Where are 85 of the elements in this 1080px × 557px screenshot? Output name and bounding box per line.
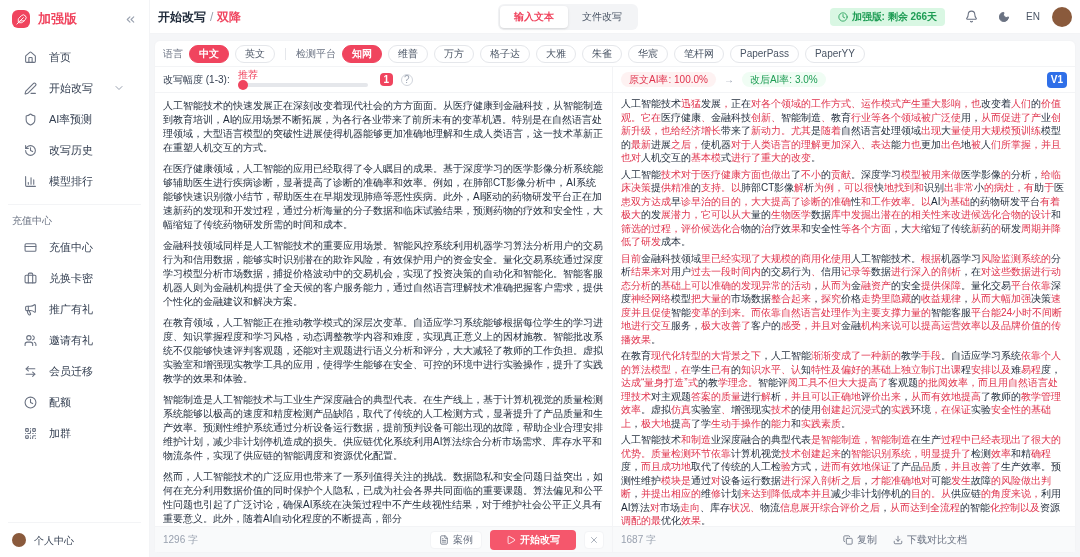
mode-tab[interactable]: 文件改写 [568,5,636,28]
filter-chip[interactable]: 格子达 [480,44,530,63]
moon-icon[interactable] [998,10,1011,23]
nav-item[interactable]: 会员迁移 [8,356,141,386]
rewritten-paragraph: 在教育现代化转型的大背景之下，人工智能渐渐变成了一种新的教学手段。自适应学习系统依靠个人的算法模型，在学生已有的知识水平、认知特性及偏好的基础上独立制订出课程安排以及难易程度， 达成“量身打造”式的教学理念。智能评阅工具不但大大提高了客观题的批阅效率，而且用自然语言处理技术对主观题答案的质量进行解析，并且可以正确地评价出来，从而有效地提高了教师的教学管理效率。虚拟仿真实验室、增强现实技术的使用创建起沉浸式的实践环境，在保证实验安全性的基础上，极大地提高了学生动手操作的能力和实践素质。 [621,349,1062,430]
play-icon [506,534,516,545]
breadcrumb-current: 双降 [217,8,242,26]
filter-chip[interactable]: PaperYY [804,44,865,63]
filter-chip[interactable]: 维普 [388,44,428,63]
nav-item[interactable]: 模型排行 [8,166,141,196]
logo-icon [12,10,30,28]
breadcrumb-link[interactable]: 开始改写 [158,7,206,26]
nav-item[interactable]: 邀请有礼 [8,325,141,355]
avatar [12,533,26,547]
rewritten-paragraph: 人工智能技术对于医疗健康方面也做出了不小的贡献。深度学习模型被用来做医学影像的分析，给临床决策提供精准的支持。以肺部CT影像解析为例，可以很快地找到和识别出非常小的病灶，有助于医 患双方达成早诊早治的目的，大大提高了诊断的准确性和工作效率。以AI为基础的药物研发平台有着极大的发展潜力，它可以从大量的生物医学数据库中发掘出潜在的相关性来改进候选化合物的设计和 筛选的过程，评价候选化合物的治疗效果和安全性等各个方面，大大缩短了传统新药的研发周期并降低了研发成本。 [621,167,1066,249]
source-paragraph: 在教育领域，人工智能正在推动教学模式的深层次变革。自适应学习系统能够根据每位学生的学习进度、知识掌握程度和学习风格，动态调整教学内容和难度，实现真正意义上的因材施教。智能批改系统不仅能够快速评判客观题，还能对主观题进行语义分析和评分，大大减轻了教师的工作负担。虚拟实验室和增强现实教学工具的应用，使得学生能够在安全、可控的环境中进行实验操作，提升了实践教学的效果和体验。 [163,316,604,386]
avatar[interactable] [1052,6,1072,27]
nav-item[interactable]: 推广有礼 [8,294,141,324]
bell-icon[interactable] [965,10,979,23]
briefcase-icon [24,271,37,285]
filter-chip[interactable]: 知网 [342,44,382,63]
original-rate-badge: 原文AI率: 100.0% [621,72,716,87]
arrow-text: → [723,73,734,87]
qr-code-icon [24,426,37,440]
rewritten-paragraph: 人工智能技术迅猛发展，正在对各个领域的工作方式、运作模式产生重大影响，也改变着人们的价值观。它在医疗健康、金融科技创新、智能制造、教育行业等各个领域被广泛使用，从而促进了产业创新升级，也给经济增长带来了新动力。尤其是随着自然语言处理领域出现大量使用大规模预训练模型的最新进展之后，使机器对于人类语言的理解更加深入、表达能力也更加出色地被人们所掌握，并且也对人机交互的基本模式进行了重大的改变。 [621,97,1062,165]
nav-item[interactable]: 配额 [8,387,141,417]
language-label: 语言 [163,47,183,61]
close-icon [589,534,599,545]
source-paragraph: 人工智能技术的快速发展正在深刻改变着现代社会的方方面面。从医疗健康到金融科技，从智能制造到教育培训，AI的应用场景不断拓展，为各行各业带来了前所未有的变革机遇。特别是在自然语言处理领域，大型语言模型的突破性进展使得机器能够更加准确地理解和生成人类语言，这一技术革新正在重塑人机交互的方式。 [163,99,604,155]
source-paragraph: 金融科技领域同样是人工智能技术的重要应用场景。智能风控系统利用机器学习算法分析用户的交易行为和信用数据，能够实时识别潜在的欺诈风险，有效保护用户的资金安全。量化交易系统通过深度学习模型分析市场数据，捕捉价格波动中的交易机会，实现了投资决策的自动化和智能化。智能客服机器人则为金融机构提供了全天候的客户服务能力，通过自然语言理解技术准确把握客户需求，提供个性化的金融建议和解决方案。 [163,239,604,309]
copy-icon [843,534,853,545]
rewritten-paragraph: 人工智能技术和制造业深度融合的典型代表是智能制造，智能制造在生产过程中已经表现出了很大的优势。质量检测环节依靠计算机视觉技术创建起来的智能识别系统，明显提升了检测效率和精确程 度，而且成功地取代了传统的人工检验方式，进而有效地保证了产品品质，并且改善了生产效率。预测性维护模块是通过对设备运行数据进行深入剖析之后，才能准确地对可能发生故障的风险做出判断，并提出相应的维修计划来达到降低成本并且减少非计划停机的目的。从供应链的角度来说，利用AI算法对市场走向、库存状况、物流信息展开综合评价之后，从而达到全流程的智能化控制以及资源 调配的最优化效果。 [621,433,1062,528]
filter-chip[interactable]: 华宸 [628,44,668,63]
nav-item[interactable]: 兑换卡密 [8,263,141,293]
clock-icon [837,11,848,22]
version-button[interactable]: V1 [1046,71,1067,88]
breadcrumb-separator: / [210,8,214,26]
nav-item[interactable]: 加群 [8,418,141,448]
platform-label: 检测平台 [296,47,336,61]
source-paragraph: 在医疗健康领域，人工智能的应用已经取得了令人瞩目的成果。基于深度学习的医学影像分析系统能够辅助医生进行疾病诊断，显著提高了诊断的准确率和效率。例如，在肺部CT影像分析中，AI系统能够快速识别微小结节，帮助医生在早期发现肺癌等恶性疾病。此外，AI驱动的药物研发平台正在加速新药的发现和开发过程，通过分析海量的分子数据和临床试验结果，预测药物的疗效和安全性，大幅缩短了传统药物研发所需的时间和成本。 [163,162,604,232]
mode-tab[interactable]: 输入文本 [500,5,568,28]
pen-icon [24,81,37,95]
app-title: 加强版 [38,10,78,29]
section-label: 充值中心 [11,214,53,228]
users-icon [24,333,37,347]
source-paragraph: 然而，人工智能技术的广泛应用也带来了一系列值得关注的挑战。数据隐私和安全问题日益突出，如何在充分利用数据价值的同时保护个人隐私，已成为社会各界共同面临的重要课题。算法偏见和公平性问题也引起了广泛讨论，确保AI系统在决策过程中不产生歧视性结果，对于维护社会公平正义具有重要意义。此外，随着AI自动化程度的不断提高，部分 [163,470,604,526]
rewritten-paragraph: 目前金融科技领域里已经实现了大规模的商用化使用人工智能技术。根据机器学习风险监测系统的分析结果来对用户过去一段时间内的交易行为、信用记录等数据进行深入的剖析，在对这些数据进行动态分析的基础上可以准确的发现异常的活动，从而为金融资产的安全提供保障。量化交易平台依靠深度神经网络模型把大量的市场数据整合起来，探究价格走势里隐藏的收益规律，从而大幅加强决策速度并且促使智能变革的到来。而依靠自然语言处理作为主要支撑力量的智能客服平台能24小时不间断地进行交互服务，极大改善了客户的感受，并且对金融机构来说可以提高运营效率以及品牌价值的传播效果。 [621,251,1064,346]
nav-item[interactable]: 改写历史 [8,135,141,165]
filter-chip[interactable]: 朱雀 [582,44,622,63]
strength-label: 改写幅度 (1-3): [163,73,230,87]
document-icon [439,534,449,545]
source-paragraph: 智能制造是人工智能技术与工业生产深度融合的典型代表。在生产线上，基于计算机视觉的质量检测系统能够以极高的速度和精度检测产品缺陷，取代了传统的人工检测方式，显著提升了产品质量和生产效率。预测性维护系统通过分析设备运行数据，提前预判设备可能出现的故障，帮助企业合理安排维护计划，减少非计划停机造成的损失。供应链优化系统利用AI算法综合分析市场需求、库存水平和物流条件，实现了供应链的智能调度和资源优化配置。 [163,393,604,463]
shield-icon [24,112,37,126]
plan-badge: 加强版: 剩余 266天 [829,7,946,26]
megaphone-icon [24,302,37,316]
copy-button[interactable]: 复制 [843,532,877,547]
nav-item[interactable]: 开始改写 [8,73,141,103]
home-icon [24,50,37,64]
nav-item[interactable]: 首页 [8,42,141,72]
word-count: 1296 字 [163,533,200,547]
download-icon [893,534,903,545]
word-count: 1687 字 [621,533,658,547]
nav-item[interactable]: AI率预测 [8,104,141,134]
filter-chip[interactable]: 英文 [235,44,275,63]
filter-chip[interactable]: 万方 [434,44,474,63]
user-menu[interactable]: 个人中心 [0,523,149,557]
strength-slider[interactable] [237,80,368,90]
sample-button[interactable]: 案例 [430,530,482,549]
card-icon [24,240,37,254]
strength-value: 1 [379,73,393,86]
bar-chart-icon [24,174,37,188]
filter-chip[interactable]: PaperPass [730,44,799,63]
recommended-label: 推荐 [237,69,258,80]
filter-chip[interactable]: 中文 [189,44,229,63]
swap-icon [24,364,37,378]
filter-chip[interactable]: 大雅 [536,44,576,63]
history-icon [24,143,37,157]
filter-chip[interactable]: 笔杆网 [674,44,724,63]
new-rate-badge: 改后AI率: 3.0% [741,72,826,87]
clock-icon [24,395,37,409]
clear-button[interactable] [584,530,604,549]
language-toggle[interactable]: EN [1026,9,1040,24]
slider-thumb[interactable] [237,80,248,90]
nav-item[interactable]: 充值中心 [8,232,141,262]
download-button[interactable]: 下载对比文档 [893,532,967,547]
